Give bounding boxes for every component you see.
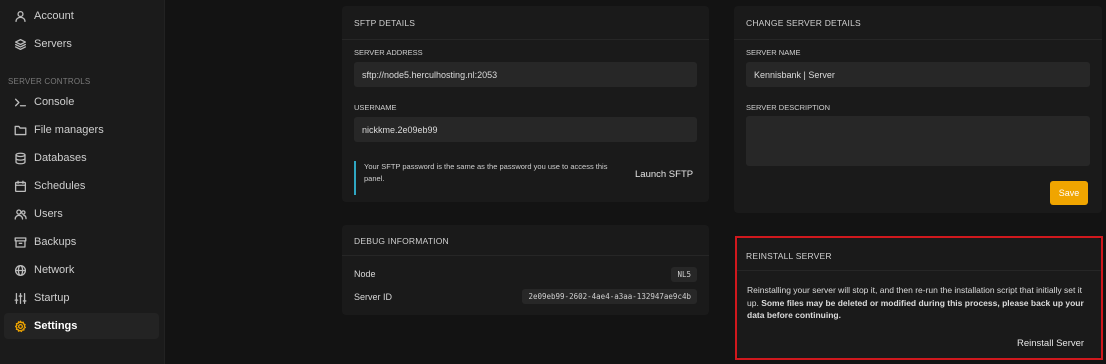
sidebar-item-label: Databases bbox=[34, 152, 87, 164]
node-label: Node bbox=[354, 269, 376, 279]
sidebar-item-label: Startup bbox=[34, 292, 70, 304]
sidebar-item-account[interactable]: Account bbox=[4, 3, 159, 29]
archive-icon bbox=[13, 235, 27, 249]
card-title: DEBUG INFORMATION bbox=[354, 236, 449, 246]
launch-sftp-button[interactable]: Launch SFTP bbox=[635, 169, 693, 180]
sidebar-item-settings[interactable]: Settings bbox=[4, 313, 159, 339]
highlight-outline bbox=[735, 236, 1103, 360]
divider bbox=[734, 39, 1102, 40]
debug-information-card: DEBUG INFORMATION Node NL5 Server ID 2e0… bbox=[342, 225, 709, 315]
sidebar-item-label: File managers bbox=[34, 124, 104, 136]
folder-icon bbox=[13, 123, 27, 137]
sidebar-item-databases[interactable]: Databases bbox=[4, 145, 159, 171]
server-name-label: SERVER NAME bbox=[746, 48, 801, 57]
sidebar-item-schedules[interactable]: Schedules bbox=[4, 173, 159, 199]
sftp-password-note: Your SFTP password is the same as the pa… bbox=[354, 161, 614, 195]
node-value: NL5 bbox=[671, 267, 697, 282]
section-heading: SERVER CONTROLS bbox=[8, 77, 91, 86]
sidebar-item-label: Backups bbox=[34, 236, 77, 248]
change-server-details-card: CHANGE SERVER DETAILS SERVER NAME SERVER… bbox=[734, 6, 1102, 213]
sidebar-item-label: Account bbox=[34, 10, 74, 22]
sidebar: Account Servers SERVER CONTROLS Console … bbox=[0, 0, 165, 364]
users-icon bbox=[13, 207, 27, 221]
sidebar-item-console[interactable]: Console bbox=[4, 89, 159, 115]
database-icon bbox=[13, 151, 27, 165]
globe-icon bbox=[13, 263, 27, 277]
sidebar-item-label: Servers bbox=[34, 38, 72, 50]
layers-icon bbox=[13, 37, 27, 51]
sliders-icon bbox=[13, 291, 27, 305]
username-field[interactable] bbox=[354, 117, 697, 142]
sidebar-item-startup[interactable]: Startup bbox=[4, 285, 159, 311]
card-title: CHANGE SERVER DETAILS bbox=[746, 18, 861, 28]
gear-icon bbox=[13, 319, 27, 333]
sidebar-item-network[interactable]: Network bbox=[4, 257, 159, 283]
sidebar-item-file-managers[interactable]: File managers bbox=[4, 117, 159, 143]
terminal-icon bbox=[13, 95, 27, 109]
divider bbox=[342, 39, 709, 40]
sidebar-item-backups[interactable]: Backups bbox=[4, 229, 159, 255]
sidebar-item-label: Console bbox=[34, 96, 75, 108]
card-title: SFTP DETAILS bbox=[354, 18, 416, 28]
sidebar-item-servers[interactable]: Servers bbox=[4, 31, 159, 57]
server-description-input[interactable] bbox=[746, 116, 1090, 166]
calendar-icon bbox=[13, 179, 27, 193]
sftp-details-card: SFTP DETAILS SERVER ADDRESS USERNAME You… bbox=[342, 6, 709, 202]
sidebar-item-label: Users bbox=[34, 208, 63, 220]
sidebar-item-label: Settings bbox=[34, 320, 78, 332]
server-address-label: SERVER ADDRESS bbox=[354, 48, 423, 57]
server-id-value: 2e09eb99-2602-4ae4-a3aa-132947ae9c4b bbox=[522, 289, 697, 304]
username-label: USERNAME bbox=[354, 103, 397, 112]
sidebar-item-users[interactable]: Users bbox=[4, 201, 159, 227]
server-name-input[interactable] bbox=[746, 62, 1090, 87]
server-address-field[interactable] bbox=[354, 62, 697, 87]
divider bbox=[342, 255, 709, 256]
sidebar-item-label: Network bbox=[34, 264, 75, 276]
sidebar-item-label: Schedules bbox=[34, 180, 86, 192]
user-icon bbox=[13, 9, 27, 23]
save-button[interactable]: Save bbox=[1050, 181, 1088, 205]
server-description-label: SERVER DESCRIPTION bbox=[746, 103, 831, 112]
server-id-label: Server ID bbox=[354, 292, 393, 302]
